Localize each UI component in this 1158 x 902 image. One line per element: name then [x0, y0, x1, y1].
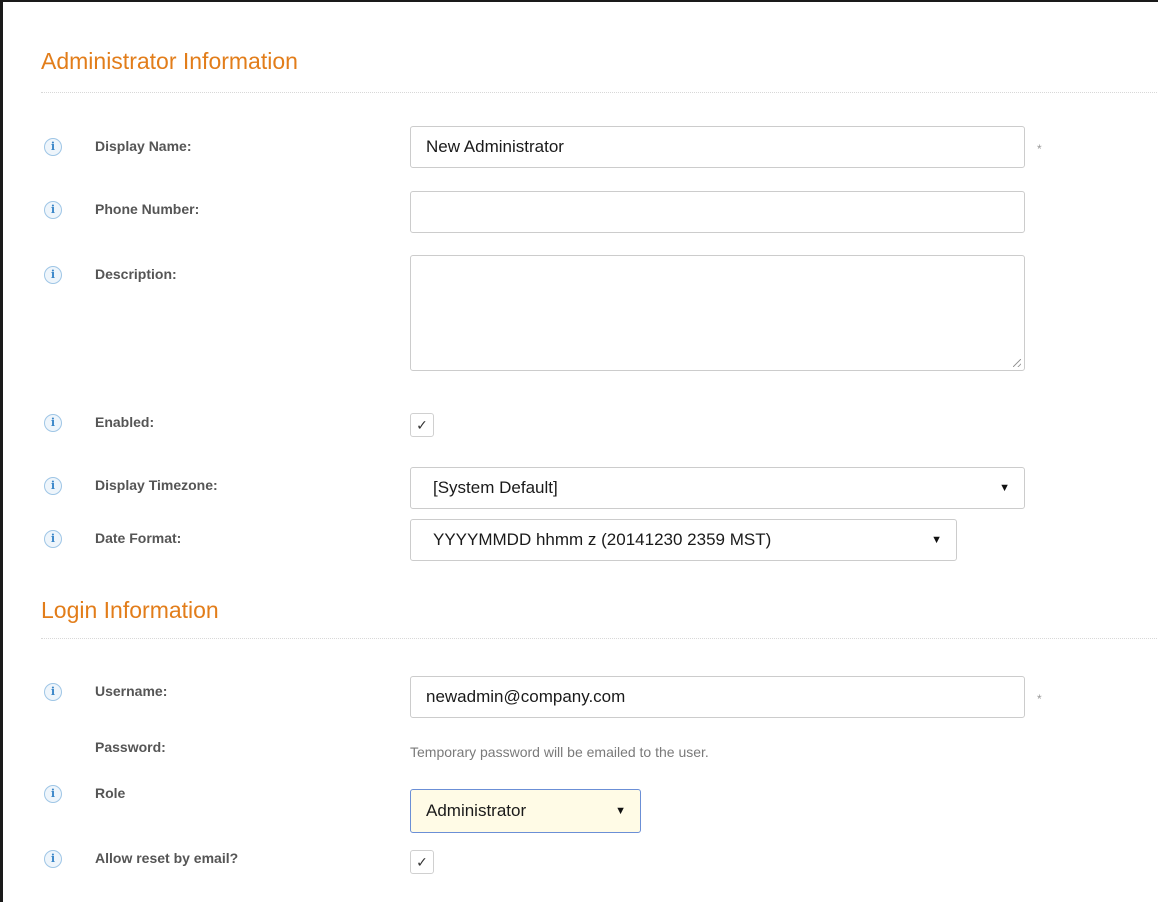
password-hint-text: Temporary password will be emailed to th… [410, 744, 709, 760]
role-select[interactable]: Administrator ▼ [410, 789, 641, 833]
login-information-heading: Login Information [41, 597, 219, 623]
phone-number-label: Phone Number: [95, 201, 200, 217]
chevron-down-icon: ▼ [999, 482, 1010, 494]
allow-reset-label: Allow reset by email? [95, 850, 239, 866]
date-format-label: Date Format: [95, 530, 182, 546]
display-timezone-label: Display Timezone: [95, 477, 218, 493]
section-divider [41, 92, 1158, 93]
section-divider [41, 638, 1158, 639]
username-value: newadmin@company.com [426, 687, 626, 706]
allow-reset-checkbox[interactable]: ✓ [410, 850, 434, 874]
info-icon[interactable]: i [44, 414, 62, 432]
username-label: Username: [95, 683, 168, 699]
info-icon[interactable]: i [44, 477, 62, 495]
enabled-label: Enabled: [95, 414, 155, 430]
required-marker: * [1037, 142, 1042, 156]
display-name-value: New Administrator [426, 137, 564, 156]
phone-number-input[interactable] [410, 191, 1025, 233]
required-marker: * [1037, 692, 1042, 706]
chevron-down-icon: ▼ [615, 805, 626, 817]
chevron-down-icon: ▼ [931, 534, 942, 546]
role-value: Administrator [426, 801, 527, 820]
info-icon[interactable]: i [44, 683, 62, 701]
info-icon[interactable]: i [44, 201, 62, 219]
display-timezone-select[interactable]: [System Default] ▼ [410, 467, 1025, 509]
description-textarea[interactable] [410, 255, 1025, 371]
administrator-information-heading: Administrator Information [41, 48, 298, 74]
info-icon[interactable]: i [44, 266, 62, 284]
date-format-value: YYYYMMDD hhmm z (20141230 2359 MST) [433, 530, 772, 549]
resize-handle-icon[interactable] [1013, 359, 1021, 367]
role-label: Role [95, 785, 126, 801]
description-label: Description: [95, 266, 177, 282]
display-timezone-value: [System Default] [433, 478, 558, 497]
username-input[interactable]: newadmin@company.com [410, 676, 1025, 718]
enabled-checkbox[interactable]: ✓ [410, 413, 434, 437]
display-name-input[interactable]: New Administrator [410, 126, 1025, 168]
info-icon[interactable]: i [44, 530, 62, 548]
password-label: Password: [95, 739, 166, 755]
info-icon[interactable]: i [44, 850, 62, 868]
info-icon[interactable]: i [44, 785, 62, 803]
display-name-label: Display Name: [95, 138, 192, 154]
admin-form-panel: Administrator Information i Display Name… [0, 0, 1158, 902]
date-format-select[interactable]: YYYYMMDD hhmm z (20141230 2359 MST) ▼ [410, 519, 957, 561]
info-icon[interactable]: i [44, 138, 62, 156]
